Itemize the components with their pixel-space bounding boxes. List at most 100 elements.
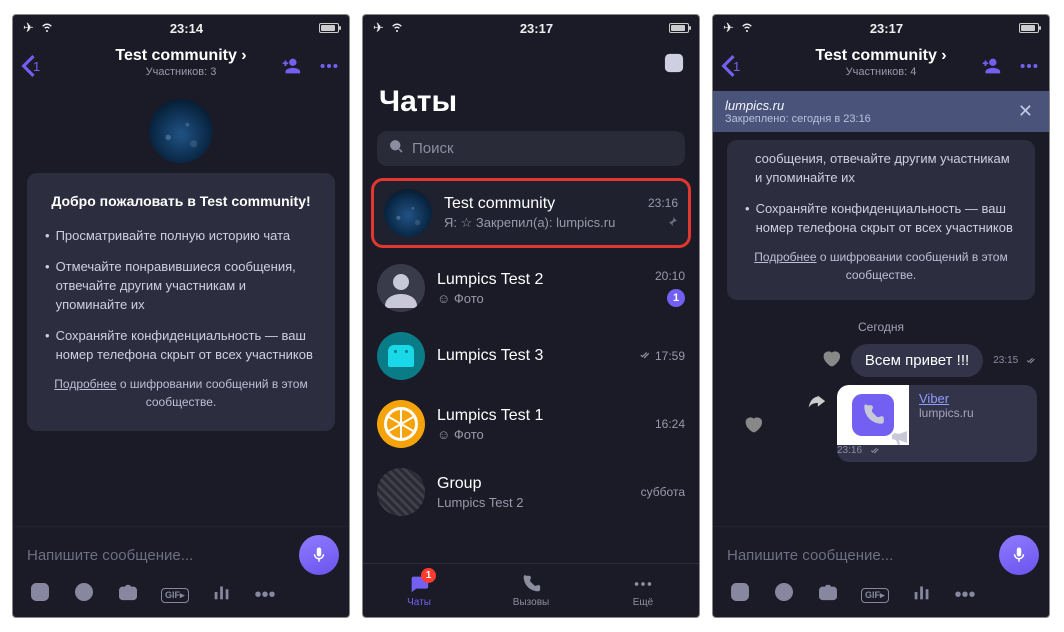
- screen-chat-list: ✈ 23:17 Чаты Поиск Test community Я: ☆ З…: [362, 14, 700, 618]
- tab-calls[interactable]: Вызовы: [475, 564, 587, 617]
- chat-item[interactable]: Group Lumpics Test 2 суббота: [363, 458, 699, 526]
- page-title: Чаты: [379, 85, 457, 119]
- chat-avatar: [377, 332, 425, 380]
- screen-community-chat: ✈ 23:17 1 Test community › Участников: 4…: [712, 14, 1050, 618]
- share-button[interactable]: [805, 391, 827, 418]
- back-button[interactable]: 1: [21, 55, 40, 77]
- encryption-more: Подробнее о шифровании сообщений в этом …: [745, 249, 1017, 284]
- link-thumbnail: [837, 385, 909, 445]
- encryption-more-link[interactable]: Подробнее: [754, 250, 816, 264]
- chat-name: Lumpics Test 2: [437, 271, 643, 289]
- pinned-subtitle: Закреплено: сегодня в 23:16: [725, 113, 1014, 125]
- airplane-icon: ✈: [23, 20, 34, 36]
- voice-message-button[interactable]: [299, 535, 339, 575]
- chat-title-block[interactable]: Test community › Участников: 4: [815, 47, 946, 78]
- chat-subtitle: Участников: 3: [115, 66, 246, 78]
- chat-item[interactable]: Lumpics Test 1 ☺ Фото 16:24: [363, 390, 699, 458]
- link-title: Viber: [919, 391, 974, 406]
- more-options-icon[interactable]: [1017, 55, 1041, 77]
- like-button[interactable]: [821, 348, 841, 373]
- back-button[interactable]: 1: [721, 55, 740, 77]
- camera-icon[interactable]: [817, 581, 839, 609]
- chat-avatar: [377, 264, 425, 312]
- tab-bar: 1 Чаты Вызовы Ещё: [363, 563, 699, 617]
- chat-name: Test community: [444, 195, 636, 213]
- add-participant-icon[interactable]: [979, 55, 1003, 77]
- chat-title: Test community ›: [815, 47, 946, 65]
- battery-icon: [319, 23, 339, 33]
- chat-item[interactable]: Lumpics Test 2 ☺ Фото 20:10 1: [363, 254, 699, 322]
- message-input[interactable]: Напишите сообщение...: [723, 541, 991, 570]
- community-avatar[interactable]: [149, 99, 213, 163]
- sticker-icon[interactable]: [73, 581, 95, 609]
- more-options-icon[interactable]: [317, 55, 341, 77]
- chat-title-block[interactable]: Test community › Участников: 3: [115, 47, 246, 78]
- message-input[interactable]: Напишите сообщение...: [23, 541, 291, 570]
- message-bubble[interactable]: Всем привет !!!: [851, 344, 983, 377]
- smiley-icon[interactable]: [729, 581, 751, 609]
- pinned-message-bar[interactable]: lumpics.ru Закреплено: сегодня в 23:16 ✕: [713, 91, 1049, 132]
- welcome-card: Добро пожаловать в Test community! Просм…: [27, 173, 335, 431]
- compose-button[interactable]: [663, 52, 685, 74]
- airplane-icon: ✈: [723, 20, 734, 36]
- tab-more[interactable]: Ещё: [587, 564, 699, 617]
- poll-icon[interactable]: [911, 581, 933, 609]
- unread-badge: 1: [667, 289, 685, 307]
- pin-icon: [666, 216, 678, 231]
- airplane-icon: ✈: [373, 20, 384, 36]
- chat-title: Test community ›: [115, 47, 246, 65]
- composer-more-icon[interactable]: •••: [255, 584, 276, 607]
- chat-time: 16:24: [655, 417, 685, 431]
- composer-more-icon[interactable]: •••: [955, 584, 976, 607]
- welcome-title: Добро пожаловать в Test community!: [45, 191, 317, 211]
- chat-item[interactable]: Lumpics Test 3 17:59: [363, 322, 699, 390]
- search-input[interactable]: Поиск: [377, 131, 685, 166]
- status-bar: ✈ 23:14: [13, 15, 349, 41]
- welcome-bullet: Просматривайте полную историю чата: [45, 227, 317, 246]
- read-receipt-icon: [1025, 356, 1037, 365]
- chat-item-test-community[interactable]: Test community Я: ☆ Закрепил(а): lumpics…: [371, 178, 691, 248]
- add-participant-icon[interactable]: [279, 55, 303, 77]
- pinned-title: lumpics.ru: [725, 98, 1014, 113]
- encryption-more-link[interactable]: Подробнее: [54, 377, 116, 391]
- welcome-bullet: сообщения, отвечайте другим участникам и…: [745, 150, 1017, 188]
- chat-list: Test community Я: ☆ Закрепил(а): lumpics…: [363, 176, 699, 563]
- camera-icon[interactable]: [117, 581, 139, 609]
- status-time: 23:14: [170, 21, 203, 36]
- nav-bar: 1 Test community › Участников: 3: [13, 41, 349, 91]
- chat-subtitle: Участников: 4: [815, 66, 946, 78]
- composer: Напишите сообщение... GIF▸ •••: [713, 526, 1049, 617]
- welcome-bullet: Сохраняйте конфиденциальность — ваш номе…: [745, 200, 1017, 238]
- encryption-more: Подробнее о шифровании сообщений в этом …: [45, 376, 317, 411]
- like-button[interactable]: [743, 414, 763, 439]
- poll-icon[interactable]: [211, 581, 233, 609]
- message-row: Всем привет !!! 23:15: [713, 344, 1049, 385]
- chat-preview: Lumpics Test 2: [437, 495, 629, 510]
- welcome-bullet: Отмечайте понравившиеся сообщения, отвеч…: [45, 258, 317, 315]
- tab-chats[interactable]: 1 Чаты: [363, 564, 475, 617]
- chat-time: 23:16: [648, 196, 678, 210]
- battery-icon: [1019, 23, 1039, 33]
- sticker-icon[interactable]: [773, 581, 795, 609]
- chat-time: 20:10: [655, 269, 685, 283]
- status-bar: ✈ 23:17: [713, 15, 1049, 41]
- read-receipt-icon: [869, 446, 881, 455]
- status-time: 23:17: [870, 21, 903, 36]
- voice-message-button[interactable]: [999, 535, 1039, 575]
- read-receipt-icon: [638, 350, 652, 360]
- chat-name: Group: [437, 475, 629, 493]
- composer: Напишите сообщение... GIF▸ •••: [13, 526, 349, 617]
- gif-icon[interactable]: GIF▸: [161, 588, 189, 603]
- smiley-icon[interactable]: [29, 581, 51, 609]
- gif-icon[interactable]: GIF▸: [861, 588, 889, 603]
- chat-name: Lumpics Test 1: [437, 407, 643, 425]
- chat-preview: ☺ Фото: [437, 427, 643, 442]
- battery-icon: [669, 23, 689, 33]
- search-icon: [389, 139, 404, 158]
- nav-bar: 1 Test community › Участников: 4: [713, 41, 1049, 91]
- date-separator: Сегодня: [713, 320, 1049, 334]
- close-icon[interactable]: ✕: [1014, 97, 1037, 126]
- tab-badge: 1: [421, 568, 436, 583]
- link-preview-card[interactable]: Viber lumpics.ru 23:16: [837, 385, 1037, 462]
- chat-name: Lumpics Test 3: [437, 347, 626, 365]
